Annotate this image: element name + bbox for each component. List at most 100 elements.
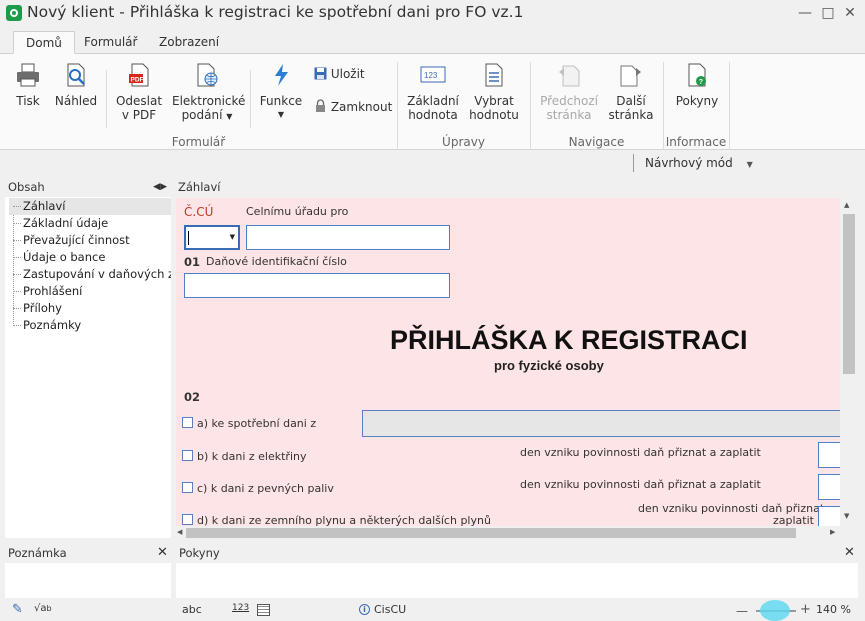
- zoom-out-icon[interactable]: —: [736, 604, 748, 618]
- list-document-icon: [485, 63, 503, 87]
- zoom-level: 140 %: [816, 603, 851, 616]
- lightning-icon: [275, 64, 288, 86]
- table-icon[interactable]: [257, 604, 270, 616]
- tree-item-zastupovani[interactable]: Zastupování v daňových záležitostech: [9, 266, 171, 283]
- den-field-b[interactable]: [818, 442, 840, 468]
- checkbox-b[interactable]: [182, 450, 193, 461]
- app-icon: [6, 5, 22, 21]
- next-page-button[interactable]: Další stránka: [606, 62, 656, 122]
- scroll-down-icon[interactable]: ▼: [844, 512, 849, 520]
- next-page-icon: [620, 65, 641, 87]
- scroll-left-icon[interactable]: ◀: [177, 528, 182, 536]
- choose-value-label-2: hodnotu: [469, 108, 519, 122]
- tree-item-zakladni-udaje[interactable]: Základní údaje: [9, 215, 171, 232]
- print-label: Tisk: [16, 94, 40, 108]
- den-field-d[interactable]: [818, 506, 840, 526]
- tree-item-zahlavi[interactable]: Záhlaví: [9, 198, 171, 215]
- choose-value-label-1: Vybrat: [474, 94, 514, 108]
- mode-bar: Návrhový mód ▼: [0, 150, 865, 178]
- cu-select[interactable]: ▼: [184, 225, 240, 250]
- spellcheck-indicator[interactable]: abc: [182, 603, 202, 616]
- tree-item-prilohy[interactable]: Přílohy: [9, 300, 171, 317]
- maximize-icon[interactable]: □: [818, 3, 838, 23]
- close-instructions-panel-icon[interactable]: ✕: [844, 545, 855, 560]
- e-filing-label-1: Elektronické: [172, 94, 246, 108]
- group-label-upravy: Úpravy: [442, 135, 485, 149]
- contents-panel: Obsah ◀▶ Záhlaví Základní údaje Převažuj…: [5, 180, 171, 538]
- den-label-c: den vzniku povinnosti daň přiznat a zapl…: [520, 478, 761, 491]
- lock-button[interactable]: Zamknout: [314, 99, 392, 114]
- scroll-up-icon[interactable]: ▲: [844, 201, 849, 209]
- zoom-slider-handle[interactable]: [760, 600, 790, 621]
- tree-item-prohlaseni[interactable]: Prohlášení: [9, 283, 171, 300]
- splitter-arrows-icon[interactable]: ◀▶: [153, 180, 167, 195]
- horizontal-scroll-thumb[interactable]: [186, 528, 796, 538]
- den-label-d-2: zaplatit: [773, 514, 814, 526]
- checkbox-c[interactable]: [182, 482, 193, 493]
- option-d-label: d) k dani ze zemního plynu a některých d…: [197, 514, 491, 526]
- tree-item-udaje-o-bance[interactable]: Údaje o bance: [9, 249, 171, 266]
- tab-domu[interactable]: Domů: [13, 31, 75, 54]
- lock-icon: [316, 99, 325, 112]
- previous-page-label-1: Předchozí: [540, 94, 598, 108]
- sec02-number: 02: [184, 390, 201, 404]
- form-subtitle: pro fyzické osoby: [494, 358, 604, 373]
- tab-zobrazeni[interactable]: Zobrazení: [147, 31, 231, 54]
- mode-dropdown[interactable]: Návrhový mód ▼: [645, 156, 753, 170]
- default-value-label-2: hodnota: [408, 108, 458, 122]
- tree-item-prevazujici-cinnost[interactable]: Převažující činnost: [9, 232, 171, 249]
- print-button[interactable]: Tisk: [10, 62, 46, 108]
- group-label-navigace: Navigace: [568, 135, 625, 149]
- note-panel-title: Poznámka: [8, 546, 67, 560]
- pdf-icon: PDF: [129, 63, 149, 87]
- number-field-icon: 123: [420, 66, 446, 83]
- minimize-icon[interactable]: —: [795, 3, 815, 23]
- urad-field[interactable]: [246, 225, 450, 250]
- field-name-indicator: CisCU: [374, 603, 407, 616]
- tree-item-poznamky[interactable]: Poznámky: [9, 317, 171, 334]
- default-value-button[interactable]: 123 Základní hodnota: [404, 62, 462, 122]
- dic-label: Daňové identifikační číslo: [206, 255, 347, 268]
- next-page-label-1: Další: [616, 94, 646, 108]
- window-title: Nový klient - Přihláška k registraci ke …: [27, 3, 524, 21]
- functions-button[interactable]: Funkce ▼: [258, 62, 304, 122]
- previous-page-button[interactable]: Předchozí stránka: [538, 62, 600, 122]
- close-note-panel-icon[interactable]: ✕: [157, 545, 168, 560]
- spd-select[interactable]: [362, 410, 840, 437]
- globe-document-icon: [197, 63, 218, 87]
- den-field-c[interactable]: [818, 474, 840, 500]
- dic-field[interactable]: [184, 273, 450, 298]
- instructions-button[interactable]: ? Pokyny: [672, 62, 722, 108]
- formula-icon[interactable]: √ab: [34, 603, 52, 614]
- group-label-formular: Formulář: [171, 135, 226, 149]
- urad-label: Celnímu úřadu pro: [246, 205, 349, 218]
- number-format-indicator[interactable]: 123: [232, 603, 249, 613]
- send-pdf-button[interactable]: PDF Odeslat v PDF: [114, 62, 164, 122]
- e-filing-button[interactable]: Elektronické podání ▼: [172, 62, 246, 124]
- e-filing-label-2: podání: [181, 108, 223, 122]
- option-a-label: a) ke spotřební dani z: [197, 417, 317, 430]
- ribbon: Tisk Náhled PDF Odeslat v PDF Elektronic…: [0, 54, 865, 150]
- preview-icon: [67, 63, 85, 87]
- tab-formular[interactable]: Formulář: [72, 31, 149, 54]
- sec01-number: 01: [184, 255, 201, 269]
- group-label-informace: Informace: [665, 135, 727, 149]
- preview-label: Náhled: [54, 94, 98, 108]
- chevron-down-icon: ▼: [746, 160, 753, 169]
- scroll-right-icon[interactable]: ▶: [830, 528, 835, 536]
- vertical-scroll-thumb[interactable]: [843, 214, 855, 374]
- svg-text:123: 123: [424, 71, 438, 80]
- pen-icon[interactable]: ✎: [12, 602, 23, 617]
- form-title: PŘIHLÁŠKA K REGISTRACI: [390, 325, 748, 355]
- note-panel-body[interactable]: [5, 563, 171, 598]
- checkbox-a[interactable]: [182, 417, 193, 428]
- close-icon[interactable]: ✕: [840, 3, 860, 23]
- checkbox-d[interactable]: [182, 514, 193, 525]
- save-button[interactable]: Uložit: [314, 67, 365, 81]
- zoom-in-icon[interactable]: +: [800, 602, 811, 617]
- chevron-down-icon: ▼: [229, 233, 235, 241]
- instructions-panel-body: [176, 563, 858, 598]
- choose-value-button[interactable]: Vybrat hodnotu: [466, 62, 522, 122]
- ribbon-tabs: Domů Formulář Zobrazení: [0, 30, 865, 54]
- preview-button[interactable]: Náhled: [54, 62, 98, 108]
